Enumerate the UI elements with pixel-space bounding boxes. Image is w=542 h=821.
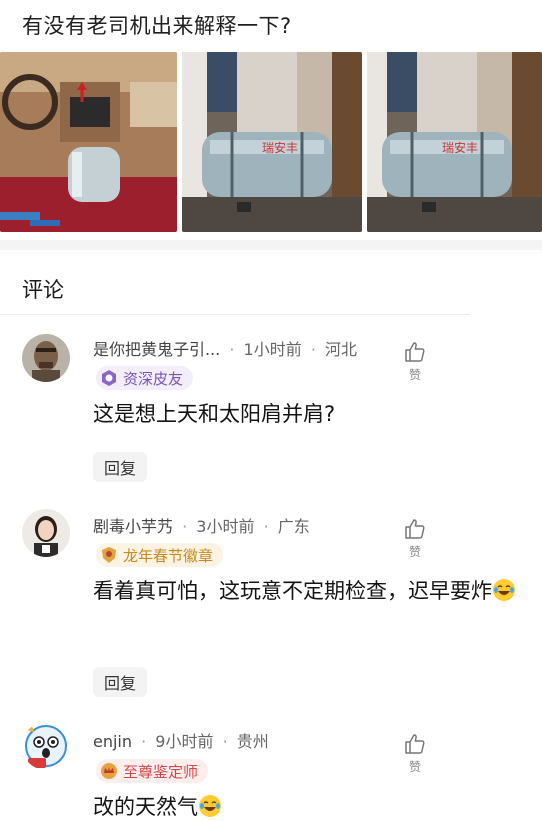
section-rule	[0, 314, 470, 315]
badge-label: 资深皮友	[123, 369, 184, 388]
gas-cylinder-car-floor-photo-1[interactable]: 瑞安丰	[182, 52, 362, 232]
avatar[interactable]	[22, 509, 70, 557]
like-label: 赞	[408, 368, 421, 382]
user-badge[interactable]: 龙年春节徽章	[96, 543, 224, 567]
avatar[interactable]	[22, 722, 70, 770]
comment-author[interactable]: 是你把黄鬼子引...	[93, 340, 220, 359]
comment-time: 3小时前	[196, 517, 255, 536]
comment-text: 改的天然气	[93, 789, 522, 821]
avatar[interactable]	[22, 334, 70, 382]
comment-time: 1小时前	[243, 340, 302, 359]
like-button[interactable]: 赞	[400, 340, 430, 383]
comment-author[interactable]: enjin	[93, 732, 132, 751]
comments-section-title: 评论	[22, 278, 64, 302]
like-label: 赞	[408, 760, 421, 774]
comment-author[interactable]: 剧毒小芋艿	[93, 517, 173, 536]
comment-meta: 剧毒小芋艿 · 3小时前 · 广东	[93, 517, 310, 536]
section-divider	[0, 240, 542, 250]
reply-button[interactable]: 回复	[93, 452, 147, 482]
comment-time: 9小时前	[155, 732, 214, 751]
comment-text-body: 看着真可怕，这玩意不定期检查，迟早要炸	[93, 579, 492, 603]
thumbs-up-icon	[405, 519, 425, 539]
comment-location: 河北	[325, 340, 358, 359]
comment-text: 这是想上天和太阳肩并肩?	[93, 402, 336, 426]
user-badge[interactable]: 至尊鉴定师	[96, 759, 209, 783]
image-grid: 瑞安丰 瑞安丰	[0, 52, 542, 232]
thumbs-up-icon	[405, 342, 425, 362]
laughing-crying-emoji-icon	[199, 795, 221, 817]
comment-location: 广东	[277, 517, 310, 536]
thumbs-up-icon	[405, 734, 425, 754]
like-button[interactable]: 赞	[400, 732, 430, 775]
crown-badge-icon	[101, 763, 117, 779]
comment-location: 贵州	[236, 732, 269, 751]
badge-medal-icon	[102, 370, 116, 386]
comment-text-body: 改的天然气	[93, 795, 198, 819]
car-interior-gas-tank-photo[interactable]	[0, 52, 177, 232]
gas-cylinder-car-floor-photo-2[interactable]: 瑞安丰	[367, 52, 542, 232]
comment-text: 看着真可怕，这玩意不定期检查，迟早要炸	[93, 573, 522, 610]
laughing-crying-emoji-icon	[493, 579, 515, 601]
comment-meta: enjin · 9小时前 · 贵州	[93, 732, 269, 751]
badge-label: 至尊鉴定师	[123, 762, 199, 781]
badge-label: 龙年春节徽章	[123, 546, 214, 565]
dragon-badge-icon	[102, 547, 116, 563]
reply-button[interactable]: 回复	[93, 667, 147, 697]
like-button[interactable]: 赞	[400, 517, 430, 560]
like-label: 赞	[408, 545, 421, 559]
svg-text:瑞安丰: 瑞安丰	[262, 140, 298, 155]
user-badge[interactable]: 资深皮友	[96, 366, 194, 390]
post-title: 有没有老司机出来解释一下?	[22, 14, 292, 38]
svg-text:瑞安丰: 瑞安丰	[442, 140, 478, 155]
comment-meta: 是你把黄鬼子引... · 1小时前 · 河北	[93, 340, 358, 359]
